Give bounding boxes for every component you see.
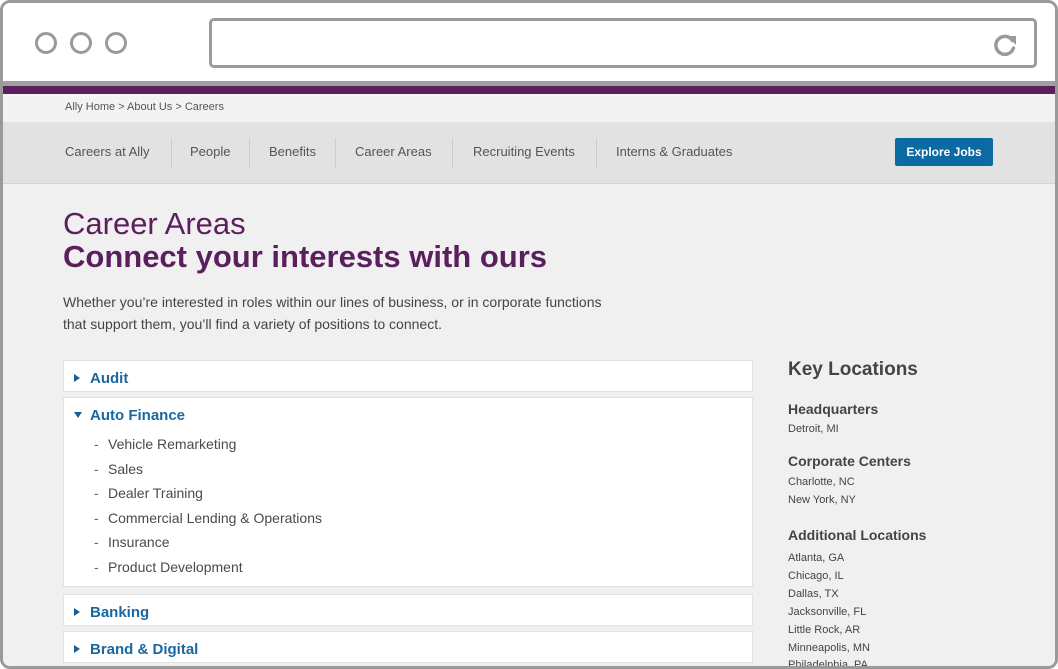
- nav-divider: [452, 138, 453, 168]
- intro-paragraph: Whether you’re interested in roles withi…: [63, 291, 643, 335]
- nav-divider: [249, 138, 250, 168]
- list-item[interactable]: - Insurance: [94, 532, 322, 557]
- location-text: Philadelphia, PA: [788, 659, 868, 669]
- location-text: Jacksonville, FL: [788, 606, 867, 618]
- accordion-brand-digital[interactable]: Brand & Digital: [63, 631, 753, 663]
- accordion-audit[interactable]: Audit: [63, 360, 753, 392]
- accordion-title[interactable]: Auto Finance: [90, 407, 185, 424]
- breadcrumb[interactable]: Ally Home > About Us > Careers: [65, 101, 224, 113]
- list-item-label[interactable]: Commercial Lending & Operations: [108, 510, 322, 526]
- page-eyebrow: Career Areas: [63, 206, 246, 241]
- accordion-title[interactable]: Banking: [90, 604, 149, 621]
- list-item[interactable]: - Commercial Lending & Operations: [94, 508, 322, 533]
- list-item[interactable]: - Dealer Training: [94, 483, 322, 508]
- list-item-label[interactable]: Vehicle Remarketing: [108, 436, 236, 452]
- page-content: Ally Home > About Us > Careers Careers a…: [3, 94, 1055, 669]
- list-item-label[interactable]: Product Development: [108, 559, 243, 575]
- nav-divider: [171, 138, 172, 168]
- accordion-header[interactable]: Banking: [74, 603, 149, 621]
- expand-arrow-icon: [74, 374, 80, 382]
- sub-navigation: Careers at Ally People Benefits Career A…: [3, 122, 1055, 184]
- accordion-banking[interactable]: Banking: [63, 594, 753, 626]
- accordion-header[interactable]: Brand & Digital: [74, 640, 198, 658]
- accordion-header[interactable]: Auto Finance: [74, 406, 185, 424]
- explore-jobs-button[interactable]: Explore Jobs: [895, 138, 993, 166]
- accordion-header[interactable]: Audit: [74, 369, 128, 387]
- key-locations-title: Key Locations: [788, 359, 918, 380]
- location-text: Minneapolis, MN: [788, 642, 870, 654]
- expand-arrow-icon: [74, 645, 80, 653]
- window-maximize-icon[interactable]: [105, 32, 127, 54]
- location-text: Charlotte, NC: [788, 476, 855, 488]
- nav-interns-graduates[interactable]: Interns & Graduates: [616, 144, 732, 159]
- location-text: New York, NY: [788, 494, 856, 506]
- breadcrumb-row: Ally Home > About Us > Careers: [3, 94, 1055, 122]
- list-item[interactable]: - Vehicle Remarketing: [94, 434, 322, 459]
- list-item-label[interactable]: Insurance: [108, 534, 169, 550]
- nav-career-areas[interactable]: Career Areas: [355, 144, 432, 159]
- expand-arrow-icon: [74, 608, 80, 616]
- nav-careers-at-ally[interactable]: Careers at Ally: [65, 144, 150, 159]
- nav-recruiting-events[interactable]: Recruiting Events: [473, 144, 575, 159]
- location-text: Detroit, MI: [788, 423, 839, 435]
- corporate-centers-heading: Corporate Centers: [788, 453, 911, 469]
- nav-divider: [335, 138, 336, 168]
- accordion-auto-finance[interactable]: Auto Finance - Vehicle Remarketing - Sales…: [63, 397, 753, 587]
- headquarters-heading: Headquarters: [788, 401, 879, 417]
- location-text: Atlanta, GA: [788, 552, 845, 564]
- intro-line-1: Whether you’re interested in roles withi…: [63, 294, 602, 310]
- accordion-title[interactable]: Brand & Digital: [90, 641, 198, 658]
- nav-divider: [596, 138, 597, 168]
- list-item[interactable]: - Product Development: [94, 557, 322, 582]
- accordion-title[interactable]: Audit: [90, 370, 128, 387]
- additional-locations-heading: Additional Locations: [788, 527, 927, 543]
- browser-window: Ally Home > About Us > Careers Careers a…: [0, 0, 1058, 669]
- intro-line-2: that support them, you’ll find a variety…: [63, 316, 442, 332]
- browser-toolbar: [3, 3, 1055, 83]
- reload-icon[interactable]: [992, 32, 1018, 58]
- list-item-label[interactable]: Dealer Training: [108, 485, 203, 501]
- location-text: Chicago, IL: [788, 570, 844, 582]
- window-close-icon[interactable]: [35, 32, 57, 54]
- page-title: Connect your interests with ours: [63, 239, 548, 274]
- auto-finance-list: - Vehicle Remarketing - Sales - Dealer Trai…: [94, 434, 322, 582]
- location-text: Little Rock, AR: [788, 624, 861, 636]
- location-text: Dallas, TX: [788, 588, 839, 600]
- nav-benefits[interactable]: Benefits: [269, 144, 316, 159]
- list-item[interactable]: - Sales: [94, 459, 322, 484]
- brand-bar: [3, 86, 1055, 94]
- list-item-label[interactable]: Sales: [108, 461, 143, 477]
- collapse-arrow-icon: [74, 412, 82, 418]
- window-minimize-icon[interactable]: [70, 32, 92, 54]
- nav-people[interactable]: People: [190, 144, 230, 159]
- address-bar[interactable]: [209, 18, 1037, 68]
